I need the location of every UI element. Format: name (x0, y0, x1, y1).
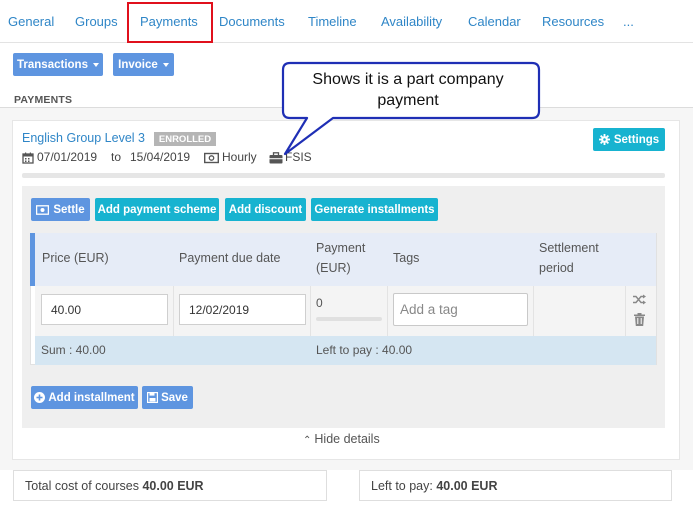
save-label: Save (161, 391, 188, 404)
company-name: FSIS (285, 150, 312, 164)
column-divider (173, 286, 174, 336)
settle-label: Settle (53, 203, 85, 216)
gear-icon (598, 134, 610, 145)
add-installment-label: Add installment (48, 391, 135, 404)
date-range-separator: to (111, 150, 122, 164)
rate-type: Hourly (222, 150, 257, 164)
start-date: 07/01/2019 (37, 150, 98, 164)
total-cost-box: Total cost of courses 40.00 EUR (13, 470, 327, 501)
callout-line-2: payment (377, 92, 439, 109)
end-date: 15/04/2019 (130, 150, 191, 164)
settings-button[interactable]: Settings (593, 128, 665, 151)
column-divider (625, 286, 626, 336)
left-to-pay-text: Left to pay : 40.00 (316, 343, 413, 357)
transactions-dropdown-button[interactable]: Transactions (13, 53, 103, 76)
generate-installments-button[interactable]: Generate installments (311, 198, 438, 221)
left-to-pay-value: 40.00 EUR (436, 478, 498, 493)
total-cost-label: Total cost of courses (25, 478, 139, 493)
transactions-label: Transactions (17, 58, 88, 71)
course-title-link[interactable]: English Group Level 3 (22, 131, 145, 145)
column-header-settlement: Settlement (539, 241, 599, 255)
add-payment-scheme-button[interactable]: Add payment scheme (95, 198, 219, 221)
sum-text: Sum : 40.00 (41, 343, 106, 357)
tab-calendar[interactable]: Calendar (468, 14, 521, 29)
briefcase-icon (269, 152, 283, 164)
hide-details-toggle[interactable]: ⌃ Hide details (303, 432, 380, 446)
section-title: PAYMENTS (14, 94, 73, 106)
left-to-pay-box: Left to pay: 40.00 EUR (359, 470, 672, 501)
column-header-payment-unit: (EUR) (316, 261, 351, 275)
payment-progress-bar (22, 173, 665, 178)
column-header-tags: Tags (393, 251, 420, 265)
column-header-price: Price (EUR) (42, 251, 109, 265)
shuffle-icon[interactable] (633, 294, 646, 305)
add-installment-button[interactable]: Add installment (31, 386, 138, 409)
chevron-up-icon: ⌃ (303, 435, 312, 446)
column-header-payment: Payment (316, 241, 366, 255)
invoice-dropdown-button[interactable]: Invoice (113, 53, 174, 76)
trash-icon[interactable] (634, 313, 645, 326)
settle-button[interactable]: Settle (31, 198, 90, 221)
tab-general[interactable]: General (8, 14, 54, 29)
invoice-label: Invoice (118, 58, 158, 71)
price-input[interactable]: 40.00 (41, 294, 168, 325)
plus-circle-icon (34, 392, 46, 403)
total-cost-value: 40.00 EUR (142, 478, 204, 493)
add-discount-button[interactable]: Add discount (225, 198, 306, 221)
tab-bar: General Groups Payments Documents Timeli… (0, 0, 693, 43)
tab-resources[interactable]: Resources (542, 14, 604, 29)
payment-progress (316, 317, 382, 321)
tab-payments[interactable]: Payments (140, 14, 198, 29)
tab-timeline[interactable]: Timeline (308, 14, 357, 29)
caret-down-icon (92, 62, 99, 67)
tab-availability[interactable]: Availability (381, 14, 442, 29)
tag-input[interactable]: Add a tag (393, 293, 528, 326)
calendar-icon (22, 152, 34, 164)
table-accent-bar (30, 233, 35, 286)
save-button[interactable]: Save (142, 386, 193, 409)
left-to-pay-label: Left to pay: (371, 478, 433, 493)
tab-more[interactable]: ... (623, 14, 634, 29)
payment-amount: 0 (316, 296, 323, 310)
status-badge: ENROLLED (154, 132, 216, 146)
money-icon (204, 152, 219, 164)
due-date-input[interactable]: 12/02/2019 (179, 294, 306, 325)
callout-text: Shows it is a part company payment (283, 69, 533, 111)
column-header-due-date: Payment due date (179, 251, 281, 265)
tab-documents[interactable]: Documents (219, 14, 285, 29)
save-icon (147, 392, 159, 403)
tab-groups[interactable]: Groups (75, 14, 118, 29)
column-divider (387, 286, 388, 336)
callout-line-1: Shows it is a part company (312, 71, 504, 88)
hide-details-label: Hide details (314, 432, 380, 446)
column-divider (533, 286, 534, 336)
caret-down-icon (162, 62, 169, 67)
settings-label: Settings (613, 133, 660, 146)
money-icon (36, 204, 50, 215)
column-header-settlement-period: period (539, 261, 574, 275)
